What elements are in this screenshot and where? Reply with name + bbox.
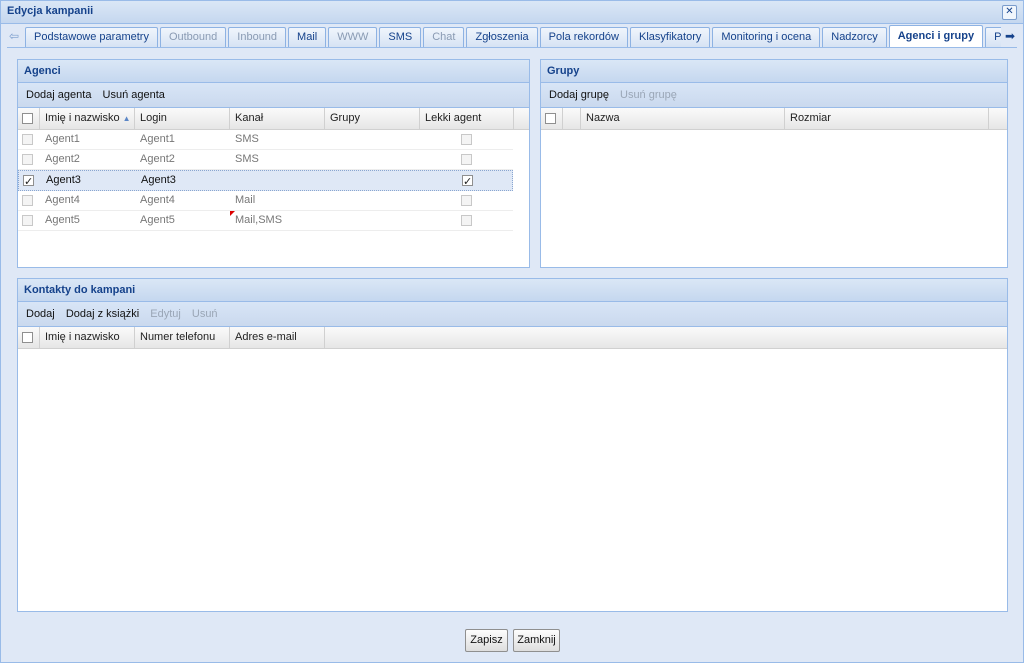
agent-login-cell: Agent4 bbox=[140, 194, 175, 206]
column-header-grupy[interactable]: Grupy bbox=[325, 108, 420, 129]
agent-login-cell: Agent1 bbox=[140, 133, 175, 145]
agent-login-cell: Agent3 bbox=[141, 174, 176, 186]
agent-grupy-cell bbox=[325, 211, 420, 230]
agent-kanal-cell: Mail,SMS bbox=[235, 214, 283, 226]
agent-select-checkbox[interactable] bbox=[18, 130, 40, 149]
grupy-toolbar: Dodaj grupę Usuń grupę bbox=[541, 83, 1007, 108]
modified-cell-marker-icon bbox=[230, 211, 235, 216]
lekki-agent-checkbox[interactable] bbox=[420, 150, 514, 169]
agent-name-cell: Agent4 bbox=[45, 194, 80, 206]
add-group-button[interactable]: Dodaj grupę bbox=[545, 83, 613, 107]
lekki-agent-checkbox[interactable] bbox=[420, 191, 514, 210]
lekki-agent-checkbox[interactable] bbox=[420, 211, 514, 230]
add-from-book-button[interactable]: Dodaj z książki bbox=[62, 302, 143, 326]
tab-scroll-right-icon[interactable]: ➡ bbox=[1003, 27, 1017, 45]
close-icon[interactable]: ✕ bbox=[1002, 5, 1017, 20]
kontakty-grid-header: Imię i nazwisko Numer telefonu Adres e-mai… bbox=[18, 327, 1007, 349]
column-header-nazwa[interactable]: Nazwa bbox=[581, 108, 785, 129]
column-header-lekki-agent[interactable]: Lekki agent bbox=[420, 108, 514, 129]
window-title: Edycja kampanii bbox=[7, 5, 94, 17]
agent-row[interactable]: Agent4 Agent4 Mail bbox=[18, 191, 513, 211]
tab-priorytet[interactable]: Priorytet bbox=[985, 27, 1001, 47]
kontakty-panel-title: Kontakty do kampani bbox=[18, 279, 1007, 302]
agent-row[interactable]: Agent5 Agent5 Mail,SMS bbox=[18, 211, 513, 231]
column-header-contact-name[interactable]: Imię i nazwisko bbox=[40, 327, 135, 348]
agent-select-checkbox[interactable] bbox=[18, 191, 40, 210]
agent-kanal-cell: SMS bbox=[235, 153, 259, 165]
column-header-rozmiar[interactable]: Rozmiar bbox=[785, 108, 989, 129]
select-all-contacts-checkbox[interactable] bbox=[18, 327, 40, 348]
column-header-blank bbox=[563, 108, 581, 129]
window-titlebar[interactable]: Edycja kampanii ✕ bbox=[1, 1, 1023, 24]
tab-agenci-i-grupy[interactable]: Agenci i grupy bbox=[888, 25, 984, 47]
agent-select-checkbox[interactable] bbox=[18, 150, 40, 169]
column-header-phone[interactable]: Numer telefonu bbox=[135, 327, 230, 348]
kontakty-panel: Kontakty do kampani Dodaj Dodaj z książk… bbox=[17, 278, 1008, 612]
agenci-grid-header: Imię i nazwisko ▲ Login Kanał Grupy Lekki age… bbox=[18, 108, 529, 130]
tab-chat[interactable]: Chat bbox=[423, 27, 465, 47]
tab-scroll-left-icon[interactable]: ⇦ bbox=[7, 27, 21, 45]
agenci-grid-body: Agent1Agent1SMSAgent2Agent2SMSAgent3Agen… bbox=[18, 130, 513, 231]
tab-nadzorcy[interactable]: Nadzorcy bbox=[822, 27, 887, 47]
tab-inbound[interactable]: Inbound bbox=[228, 27, 287, 47]
agent-grupy-cell bbox=[325, 150, 420, 169]
agent-grupy-cell bbox=[325, 130, 420, 149]
tab-sms[interactable]: SMS bbox=[379, 27, 422, 47]
tabs: Podstawowe parametry Outbound Inbound Mail W… bbox=[25, 25, 1001, 47]
tab-mail[interactable]: Mail bbox=[288, 27, 327, 47]
agent-name-cell: Agent1 bbox=[45, 133, 80, 145]
grupy-grid-header: Nazwa Rozmiar bbox=[541, 108, 1007, 130]
grupy-panel: Grupy Dodaj grupę Usuń grupę Nazwa Rozmia… bbox=[540, 59, 1008, 268]
add-contact-button[interactable]: Dodaj bbox=[22, 302, 59, 326]
column-header-name[interactable]: Imię i nazwisko ▲ bbox=[40, 108, 135, 129]
select-all-groups-checkbox[interactable] bbox=[541, 108, 563, 129]
agent-login-cell: Agent5 bbox=[140, 214, 175, 226]
agent-name-cell: Agent3 bbox=[46, 174, 81, 186]
agent-select-checkbox[interactable] bbox=[18, 211, 40, 230]
edit-contact-button[interactable]: Edytuj bbox=[146, 302, 185, 326]
agent-login-cell: Agent2 bbox=[140, 153, 175, 165]
remove-agent-button[interactable]: Usuń agenta bbox=[99, 83, 169, 107]
tab-klasyfikatory[interactable]: Klasyfikatory bbox=[630, 27, 711, 47]
agent-grupy-cell bbox=[325, 191, 420, 210]
agent-kanal-cell: SMS bbox=[235, 133, 259, 145]
agent-name-cell: Agent5 bbox=[45, 214, 80, 226]
column-header-login[interactable]: Login bbox=[135, 108, 230, 129]
campaign-edit-window: Edycja kampanii ✕ ⇦ Podstawowe parametry… bbox=[0, 0, 1024, 663]
agent-grupy-cell bbox=[326, 171, 421, 190]
lekki-agent-checkbox[interactable] bbox=[420, 130, 514, 149]
sort-asc-icon: ▲ bbox=[122, 114, 131, 123]
tab-zg-oszenia[interactable]: Zgłoszenia bbox=[466, 27, 538, 47]
agent-row[interactable]: Agent1 Agent1 SMS bbox=[18, 130, 513, 150]
agent-row[interactable]: Agent3 Agent3 bbox=[18, 170, 513, 191]
remove-contact-button[interactable]: Usuń bbox=[188, 302, 222, 326]
agenci-panel: Agenci Dodaj agenta Usuń agenta Imię i n… bbox=[17, 59, 530, 268]
tab-www[interactable]: WWW bbox=[328, 27, 378, 47]
kontakty-toolbar: Dodaj Dodaj z książki Edytuj Usuń bbox=[18, 302, 1007, 327]
column-header-email[interactable]: Adres e-mail bbox=[230, 327, 325, 348]
tab-strip: ⇦ Podstawowe parametry Outbound Inbound Mai… bbox=[7, 25, 1017, 48]
agent-kanal-cell bbox=[231, 171, 326, 190]
agent-name-cell: Agent2 bbox=[45, 153, 80, 165]
tab-monitoring-i-ocena[interactable]: Monitoring i ocena bbox=[712, 27, 821, 47]
agent-select-checkbox[interactable] bbox=[19, 171, 41, 190]
select-all-agents-checkbox[interactable] bbox=[18, 108, 40, 129]
add-agent-button[interactable]: Dodaj agenta bbox=[22, 83, 95, 107]
tab-pola-rekord-w[interactable]: Pola rekordów bbox=[539, 27, 628, 47]
grupy-panel-title: Grupy bbox=[541, 60, 1007, 83]
agenci-toolbar: Dodaj agenta Usuń agenta bbox=[18, 83, 529, 108]
tab-outbound[interactable]: Outbound bbox=[159, 27, 227, 47]
agent-kanal-cell: Mail bbox=[235, 194, 256, 206]
save-button[interactable]: Zapisz bbox=[465, 629, 508, 652]
lekki-agent-checkbox[interactable] bbox=[421, 171, 515, 190]
column-header-kanal[interactable]: Kanał bbox=[230, 108, 325, 129]
agenci-panel-title: Agenci bbox=[18, 60, 529, 83]
agent-row[interactable]: Agent2 Agent2 SMS bbox=[18, 150, 513, 170]
remove-group-button[interactable]: Usuń grupę bbox=[616, 83, 681, 107]
tab-podstawowe-parametry[interactable]: Podstawowe parametry bbox=[25, 27, 158, 47]
close-button[interactable]: Zamknij bbox=[513, 629, 560, 652]
